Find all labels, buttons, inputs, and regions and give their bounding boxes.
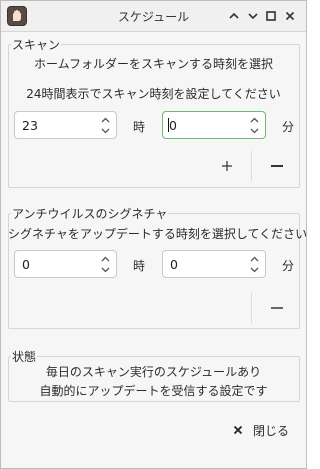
close-icon [233,425,243,435]
scan-minute-value: 0 [169,118,177,133]
scan-hour-down-button[interactable] [100,125,110,136]
chevron-up-icon [229,12,239,19]
signature-hour-spinbox[interactable]: 0 [14,250,117,278]
scan-description: ホームフォルダーをスキャンする時刻を選択 [34,57,273,71]
chevron-up-icon [250,256,258,261]
signature-minute-value: 0 [170,257,178,272]
scan-hour-value: 23 [22,118,38,133]
signature-minute-down-button[interactable] [249,264,259,275]
signature-minute-spinbox[interactable]: 0 [162,250,266,278]
remove-signature-time-button[interactable] [265,296,289,320]
schedule-window: スケジュール スキャン ホームフォルダーをスキャンする時刻を選択 24時間表示で… [0,0,307,469]
close-button-label: 閉じる [253,423,290,438]
window-close-button[interactable] [281,7,299,25]
close-button[interactable]: 閉じる [223,416,299,444]
signature-hour-value: 0 [22,257,30,272]
scan-minute-up-button[interactable] [249,114,259,125]
toolbar-separator [251,293,252,323]
toolbar-separator [251,151,252,181]
chevron-down-icon [250,128,258,133]
scan-group-title: スキャン [11,36,62,53]
scan-hour-spinbox[interactable]: 23 [14,111,117,139]
minus-icon [271,307,283,309]
status-line-2: 自動的にアップデートを受信する設定です [39,384,268,398]
chevron-up-icon [250,117,258,122]
antivirus-description: シグネチャをアップデートする時刻を選択してください [8,227,308,241]
title-bar[interactable]: スケジュール [1,1,306,32]
maximize-icon [266,11,276,21]
minimize-button[interactable] [244,7,262,25]
signature-minute-unit: 分 [282,259,295,273]
shade-button[interactable] [225,7,243,25]
signature-hour-unit: 時 [133,259,146,273]
close-icon [285,11,295,21]
scan-hour-unit: 時 [133,120,146,134]
scan-hint: 24時間表示でスキャン時刻を設定してください [26,87,281,101]
chevron-down-icon [250,267,258,272]
chevron-up-icon [101,256,109,261]
add-scan-time-button[interactable] [215,154,239,178]
signature-minute-up-button[interactable] [249,253,259,264]
chevron-down-icon [101,267,109,272]
chevron-down-icon [101,128,109,133]
plus-icon [222,161,232,171]
maximize-button[interactable] [262,7,280,25]
minus-icon [271,165,283,167]
scan-minute-spinbox[interactable]: 0 [162,111,266,139]
chevron-up-icon [101,117,109,122]
signature-hour-up-button[interactable] [100,253,110,264]
antivirus-group-title: アンチウイルスのシグネチャ [11,205,169,222]
remove-scan-time-button[interactable] [265,154,289,178]
scan-hour-up-button[interactable] [100,114,110,125]
signature-hour-down-button[interactable] [100,264,110,275]
status-line-1: 毎日のスキャン実行のスケジュールあり [45,365,262,379]
scan-minute-down-button[interactable] [249,125,259,136]
chevron-down-icon [248,13,258,20]
scan-minute-unit: 分 [282,120,295,134]
